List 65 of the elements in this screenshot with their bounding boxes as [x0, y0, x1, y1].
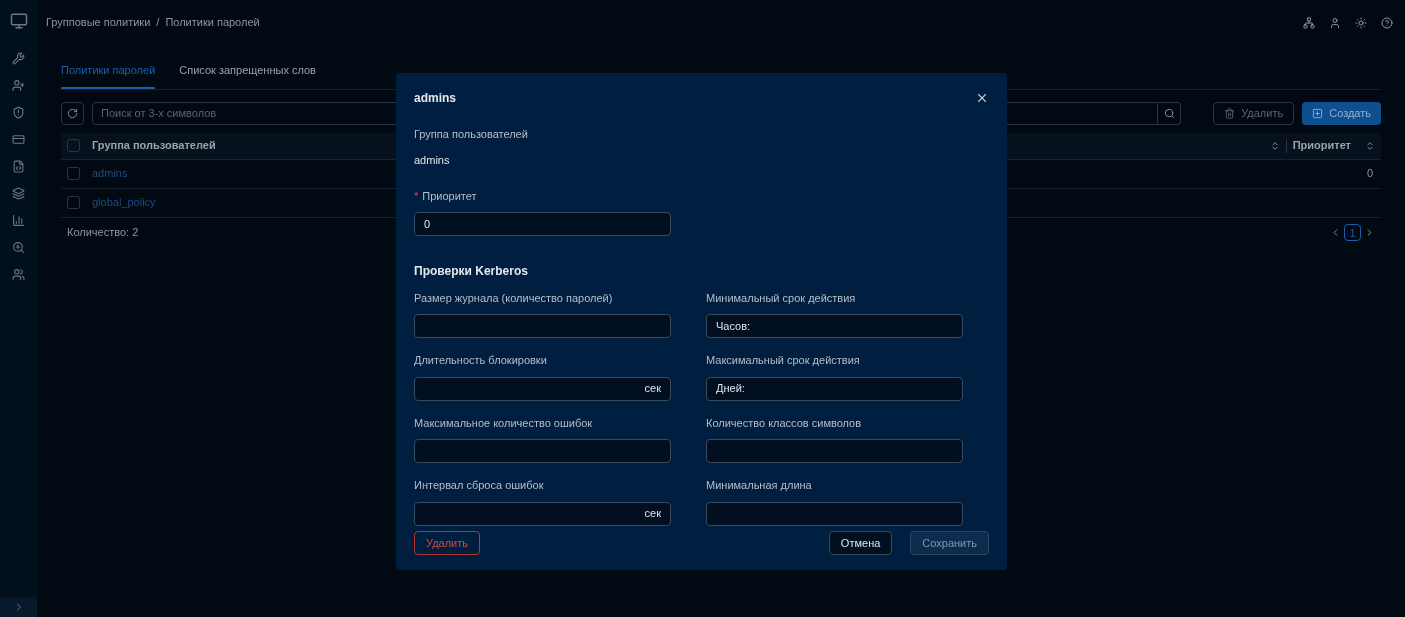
field-label: Длительность блокировки [414, 353, 548, 368]
plus-icon [1312, 107, 1324, 119]
field-label: Максимальный срок действия [706, 353, 861, 368]
save-button[interactable]: Сохранить [910, 531, 989, 555]
breadcrumb-current: Политики паролей [165, 15, 260, 31]
input-field[interactable]: Дней: [706, 376, 963, 401]
search-button[interactable] [1158, 101, 1182, 125]
cancel-button[interactable]: Отмена [828, 531, 893, 555]
field-label: Минимальный срок действия [706, 290, 857, 306]
checkbox[interactable] [67, 139, 80, 152]
unit-suffix: сек [644, 506, 661, 522]
delete-button[interactable]: Удалить [414, 531, 480, 555]
tab[interactable]: Список запрещенных слов [179, 62, 316, 89]
field-label: Приоритет [422, 189, 477, 204]
user-icon[interactable] [1329, 16, 1341, 29]
network-icon[interactable] [1303, 16, 1315, 29]
zoom-icon[interactable] [12, 241, 25, 254]
checkbox[interactable] [67, 167, 80, 180]
users-icon[interactable] [12, 268, 25, 281]
field-label: Минимальная длина [706, 478, 813, 493]
search-icon [1163, 107, 1175, 119]
column-header[interactable]: Группа пользователей [92, 137, 216, 154]
unit-prefix: Часов: [716, 318, 751, 334]
bar-chart-icon[interactable] [12, 214, 25, 227]
group-value: admins [414, 152, 451, 168]
unit-suffix: сек [644, 381, 661, 397]
sort-icon[interactable] [1269, 140, 1280, 151]
layers-icon[interactable] [12, 187, 25, 200]
input-field[interactable] [414, 439, 671, 463]
shield-icon[interactable] [12, 106, 25, 119]
dialog-title: admins [414, 90, 456, 107]
tools-icon[interactable] [12, 52, 25, 65]
unit-prefix: Дней: [716, 381, 745, 397]
checkbox[interactable] [67, 196, 80, 209]
priority-field[interactable]: 0 [414, 211, 671, 236]
user-plus-icon[interactable] [12, 79, 25, 92]
field-label: Количество классов символов [706, 415, 863, 431]
logo-icon [9, 12, 28, 30]
breadcrumb-link[interactable]: Групповые политики [46, 14, 151, 31]
trash-icon [1224, 107, 1236, 119]
sort-icon[interactable] [1365, 140, 1375, 151]
input-field[interactable] [706, 501, 963, 526]
section-title: Проверки Kerberos [414, 262, 529, 280]
input-field[interactable]: сек [414, 501, 671, 526]
table-cell-text: 0 [1366, 166, 1373, 182]
refresh-button[interactable] [61, 101, 84, 125]
field-label: Максимальное количество ошибок [414, 415, 594, 431]
field-label: Группа пользователей [414, 127, 529, 142]
input-field[interactable] [414, 314, 671, 338]
required-mark: * [414, 189, 419, 204]
help-icon[interactable] [1381, 16, 1393, 29]
column-header[interactable]: Приоритет [1292, 137, 1351, 154]
card-icon[interactable] [12, 133, 25, 146]
row-count: Количество: 2 [67, 224, 139, 240]
field-label: Размер журнала (количество паролей) [414, 290, 614, 306]
file-icon[interactable] [12, 160, 25, 173]
theme-icon[interactable] [1355, 16, 1367, 29]
breadcrumb-separator: / [156, 15, 160, 31]
close-icon[interactable] [975, 91, 989, 105]
create-button[interactable]: Создать [1302, 101, 1381, 125]
input-field[interactable] [706, 439, 963, 463]
input-field[interactable]: сек [414, 376, 671, 401]
refresh-icon [67, 107, 78, 119]
input-field[interactable]: Часов: [706, 314, 963, 338]
field-label: Интервал сброса ошибок [414, 478, 545, 493]
